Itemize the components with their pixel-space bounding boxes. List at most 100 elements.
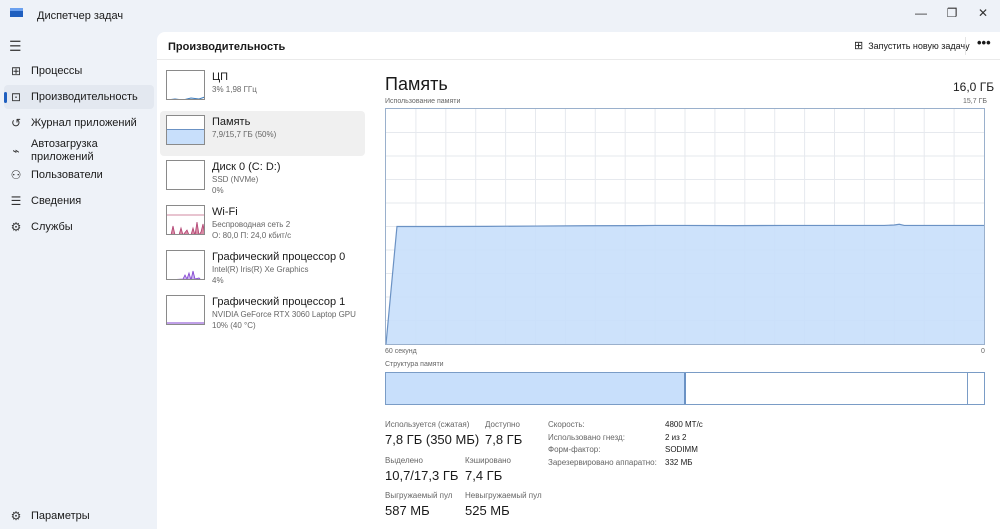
sidebar-item-details[interactable]: ☰ Сведения [4, 189, 154, 213]
x-axis-right-label: 0 [981, 348, 985, 355]
spec-label: Зарезервировано аппаратно: [548, 457, 657, 467]
spec-label: Форм-фактор: [548, 445, 601, 454]
device-memory[interactable]: Память 7,9/15,7 ГБ (50%) [160, 111, 365, 156]
window-title: Диспетчер задач [37, 10, 124, 22]
sidebar-item-startup[interactable]: ⌁ Автозагрузка приложений [4, 137, 154, 165]
structure-label: Структура памяти [385, 361, 444, 368]
spec-value: 4800 МТ/с [665, 420, 703, 429]
gpu0-thumbnail [166, 250, 205, 280]
device-name: Wi-Fi [212, 206, 238, 218]
spec-value: 332 МБ [665, 457, 693, 467]
spec-value: SODIMM [665, 445, 698, 454]
available-label: Доступно [485, 420, 520, 429]
device-detail: 7,9/15,7 ГБ (50%) [212, 130, 277, 139]
wifi-thumbnail [166, 205, 205, 235]
task-manager-icon [10, 8, 23, 17]
sidebar-item-services[interactable]: ⚙ Службы [4, 215, 154, 239]
device-gpu0[interactable]: Графический процессор 0 Intel(R) Iris(R)… [160, 246, 365, 291]
sidebar-item-app-history[interactable]: ↺ Журнал приложений [4, 111, 154, 135]
device-cpu[interactable]: ЦП 3% 1,98 ГГц [160, 66, 365, 111]
device-gpu1[interactable]: Графический процессор 1 NVIDIA GeForce R… [160, 291, 365, 336]
sidebar-item-label: Службы [31, 220, 73, 233]
device-detail: NVIDIA GeForce RTX 3060 Laptop GPU [212, 310, 356, 319]
disk-thumbnail [166, 160, 205, 190]
sidebar-item-label: Пользователи [31, 168, 103, 181]
restore-button[interactable]: ❐ [937, 3, 967, 23]
main-panel: Производительность ⊞ Запустить новую зада… [157, 32, 1000, 529]
memory-title: Память [385, 74, 448, 94]
sidebar: ☰ ⊞ Процессы ⊡ Производительность ↺ Журнал … [0, 30, 157, 529]
x-axis-left-label: 60 секунд [385, 348, 417, 355]
performance-icon: ⊡ [10, 90, 22, 104]
usage-label: Использование памяти [385, 98, 461, 105]
more-options-button[interactable]: ••• [977, 35, 991, 50]
available-value: 7,8 ГБ [485, 432, 523, 447]
run-new-task-button[interactable]: ⊞ Запустить новую задачу [854, 39, 970, 52]
memory-usage-chart [385, 108, 985, 345]
committed-value: 10,7/17,3 ГБ [385, 468, 459, 483]
cpu-thumbnail [166, 70, 205, 100]
device-name: Память [212, 116, 251, 128]
run-new-task-label: Запустить новую задачу [868, 40, 970, 51]
device-disk[interactable]: Диск 0 (C: D:) SSD (NVMe) 0% [160, 156, 365, 201]
history-icon: ↺ [10, 116, 22, 130]
sidebar-item-performance[interactable]: ⊡ Производительность [4, 85, 154, 109]
close-button[interactable]: ✕ [968, 3, 998, 23]
cached-value: 7,4 ГБ [465, 468, 503, 483]
startup-icon: ⌁ [12, 144, 20, 158]
sidebar-item-users[interactable]: ⚇ Пользователи [4, 163, 154, 187]
sidebar-item-label: Производительность [31, 90, 138, 103]
menu-icon[interactable]: ☰ [9, 38, 22, 55]
spec-label: Скорость: [548, 420, 585, 429]
divider [965, 37, 966, 55]
title-bar: Диспетчер задач — ❐ ✕ [0, 0, 1000, 30]
device-detail: 4% [212, 276, 224, 285]
gpu1-thumbnail [166, 295, 205, 325]
memory-structure-bar [385, 372, 985, 405]
sidebar-item-settings[interactable]: ⚙ Параметры [4, 504, 154, 528]
processes-icon: ⊞ [10, 64, 22, 78]
services-icon: ⚙ [10, 220, 22, 234]
nonpaged-pool-value: 525 МБ [465, 503, 510, 518]
nonpaged-pool-label: Невыгружаемый пул [465, 491, 542, 500]
paged-pool-value: 587 МБ [385, 503, 430, 518]
header: Производительность ⊞ Запустить новую зада… [157, 32, 1000, 60]
users-icon: ⚇ [10, 168, 22, 182]
memory-thumbnail [166, 115, 205, 145]
gear-icon: ⚙ [10, 509, 22, 523]
paged-pool-label: Выгружаемый пул [385, 491, 453, 500]
device-detail: О: 80,0 П: 24,0 кбит/с [212, 231, 292, 240]
memory-usage-area [386, 224, 984, 344]
device-wifi[interactable]: Wi-Fi Беспроводная сеть 2 О: 80,0 П: 24,… [160, 201, 365, 246]
device-detail: SSD (NVMe) [212, 175, 259, 184]
device-name: Диск 0 (C: D:) [212, 161, 281, 173]
in-use-value: 7,8 ГБ (350 МБ) [385, 432, 480, 447]
device-name: ЦП [212, 71, 229, 83]
device-detail: Беспроводная сеть 2 [212, 220, 291, 229]
memory-total: 16,0 ГБ [953, 80, 995, 94]
device-detail: 10% (40 °C) [212, 321, 256, 330]
cached-label: Кэшировано [465, 456, 512, 465]
device-name: Графический процессор 0 [212, 251, 346, 263]
sidebar-item-label: Процессы [31, 64, 83, 77]
usage-max-label: 15,7 ГБ [963, 98, 987, 105]
sidebar-item-label: Журнал приложений [31, 116, 137, 129]
device-detail: Intel(R) Iris(R) Xe Graphics [212, 265, 309, 274]
details-icon: ☰ [10, 194, 22, 208]
device-list: ЦП 3% 1,98 ГГц Память 7,9/15,7 ГБ (50%) … [160, 66, 365, 336]
in-use-label: Используется (сжатая) [385, 420, 470, 429]
sidebar-item-label: Параметры [31, 509, 90, 522]
modified-segment [686, 373, 969, 404]
spec-label: Использовано гнезд: [548, 432, 625, 442]
in-use-segment [386, 373, 687, 404]
minimize-button[interactable]: — [906, 3, 936, 23]
page-title: Производительность [168, 41, 286, 53]
sidebar-item-label: Автозагрузка приложений [31, 138, 98, 163]
device-detail: 3% 1,98 ГГц [212, 85, 257, 94]
sidebar-item-label: Сведения [31, 194, 82, 207]
device-name: Графический процессор 1 [212, 296, 346, 308]
sidebar-item-processes[interactable]: ⊞ Процессы [4, 59, 154, 83]
device-detail: 0% [212, 186, 224, 195]
committed-label: Выделено [385, 456, 423, 465]
new-task-icon: ⊞ [854, 40, 864, 52]
